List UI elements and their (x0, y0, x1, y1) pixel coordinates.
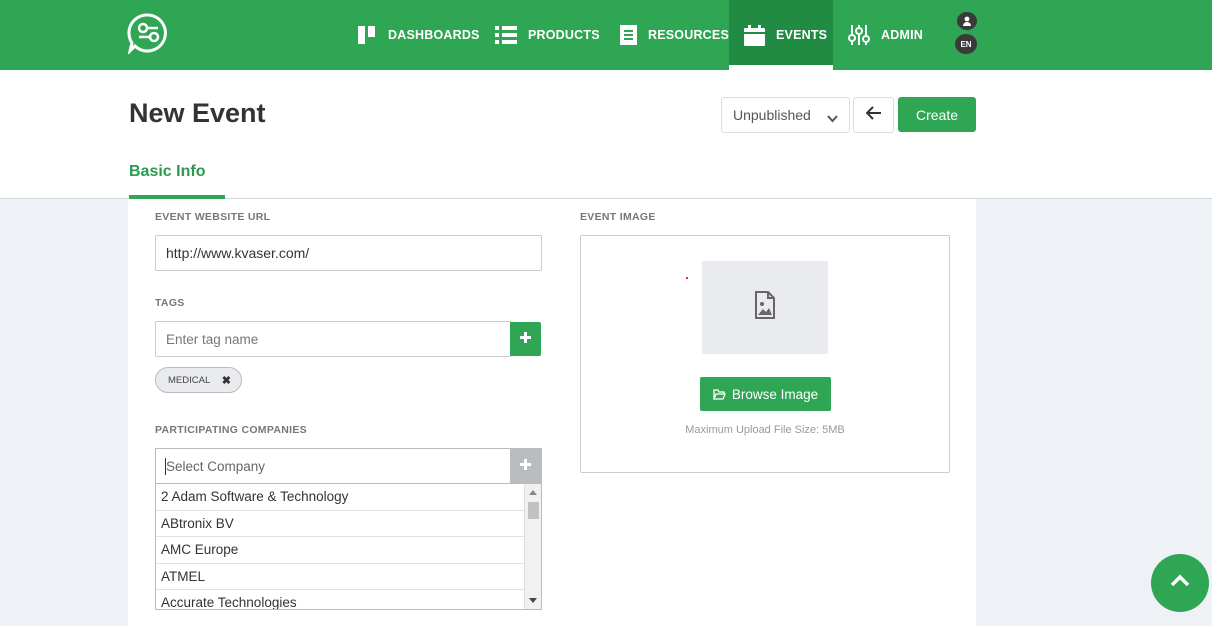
top-navbar: DASHBOARDS PRODUCTS RESOURCES EVENTS ADM… (0, 0, 1212, 70)
company-option[interactable]: Accurate Technologies (156, 590, 525, 609)
nav-admin[interactable]: ADMIN (848, 0, 923, 70)
scroll-to-top-button[interactable] (1151, 554, 1209, 612)
plus-icon (520, 457, 531, 475)
image-label: EVENT IMAGE (580, 211, 656, 223)
calendar-icon (744, 24, 765, 46)
chevron-down-icon (827, 110, 838, 126)
tag-label: MEDICAL (168, 374, 211, 386)
scroll-down-icon[interactable] (529, 598, 537, 603)
company-search-input[interactable]: Select Company (155, 448, 542, 484)
add-tag-button[interactable] (510, 322, 541, 356)
nav-label: EVENTS (776, 28, 828, 42)
language-button[interactable]: EN (955, 34, 977, 54)
scroll-up-icon[interactable] (529, 490, 537, 495)
nav-label: ADMIN (881, 28, 923, 42)
plus-icon (520, 330, 531, 348)
tag-input[interactable]: Enter tag name (155, 321, 511, 357)
list-icon (495, 25, 517, 45)
status-value: Unpublished (733, 107, 811, 123)
folder-open-icon (712, 388, 726, 400)
status-select[interactable]: Unpublished (721, 97, 850, 133)
page-title: New Event (129, 98, 266, 128)
marker-dot (686, 277, 688, 279)
nav-resources[interactable]: RESOURCES (620, 0, 729, 70)
browse-label: Browse Image (731, 386, 819, 402)
text-cursor (165, 458, 166, 475)
upload-size-hint: Maximum Upload File Size: 5MB (685, 424, 845, 436)
nav-dashboards[interactable]: DASHBOARDS (357, 0, 480, 70)
dashboard-icon (357, 25, 377, 45)
scrollbar[interactable] (524, 484, 541, 609)
website-input[interactable]: http://www.kvaser.com/ (155, 235, 542, 271)
user-icon[interactable] (957, 12, 977, 30)
tags-label: TAGS (155, 297, 185, 309)
back-button[interactable] (853, 97, 894, 133)
image-file-icon (754, 291, 776, 324)
image-preview (702, 261, 828, 354)
page-header: New Event Unpublished Create Basic Info (0, 70, 1212, 199)
website-label: EVENT WEBSITE URL (155, 211, 271, 223)
nav-label: PRODUCTS (528, 28, 600, 42)
nav-label: RESOURCES (648, 28, 729, 42)
arrow-left-icon (865, 105, 882, 125)
chevron-up-icon (1170, 574, 1190, 592)
scroll-thumb[interactable] (528, 502, 539, 519)
nav-products[interactable]: PRODUCTS (495, 0, 600, 70)
company-option[interactable]: 2 Adam Software & Technology (156, 484, 525, 511)
document-icon (620, 25, 637, 45)
sliders-icon (848, 24, 870, 46)
logo-icon[interactable] (127, 12, 169, 56)
company-option[interactable]: ATMEL (156, 564, 525, 590)
company-placeholder: Select Company (166, 459, 266, 474)
company-dropdown-list: 2 Adam Software & Technology ABtronix BV… (155, 484, 542, 610)
nav-label: DASHBOARDS (388, 28, 480, 42)
tag-chip: MEDICAL ✖ (155, 367, 242, 393)
tab-basic-info[interactable]: Basic Info (129, 163, 205, 181)
create-button[interactable]: Create (898, 97, 976, 132)
company-option[interactable]: AMC Europe (156, 537, 525, 564)
nav-events[interactable]: EVENTS (729, 0, 833, 70)
browse-image-button[interactable]: Browse Image (700, 377, 831, 411)
companies-label: PARTICIPATING COMPANIES (155, 424, 307, 436)
close-icon[interactable]: ✖ (222, 374, 231, 387)
add-company-button[interactable] (510, 449, 541, 483)
company-option[interactable]: ABtronix BV (156, 511, 525, 537)
